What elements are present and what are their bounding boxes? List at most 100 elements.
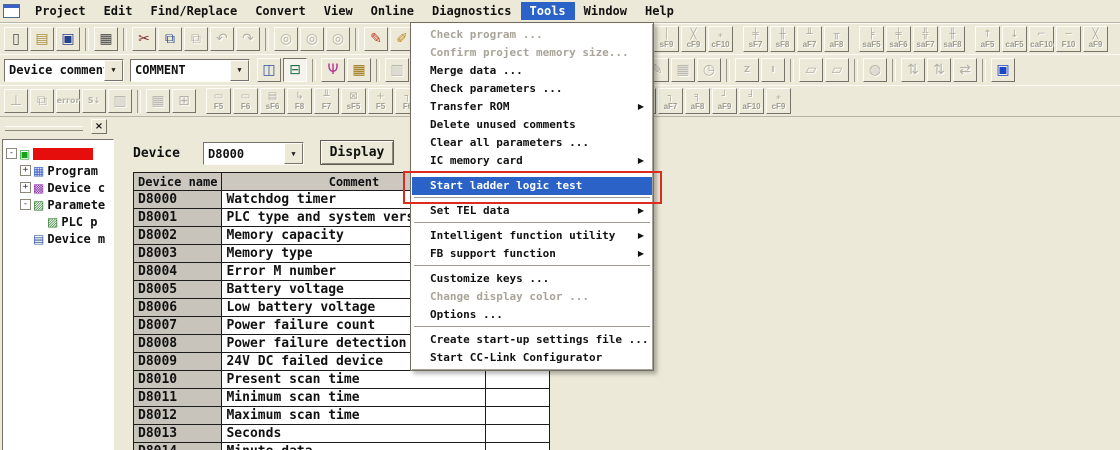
menu-online[interactable]: Online: [362, 2, 423, 20]
ladder-cf9-button[interactable]: ⁎cF9: [766, 88, 791, 114]
ladder-f5-button[interactable]: +F5: [368, 88, 393, 114]
ladder-caf10-button[interactable]: ⌐caF10: [1029, 26, 1054, 52]
open-project-button[interactable]: ▤: [30, 27, 54, 51]
menu-item-delete-unused-comments[interactable]: Delete unused comments: [412, 116, 652, 134]
ladder-f10-button[interactable]: ─F10: [1056, 26, 1081, 52]
empty-cell[interactable]: [486, 389, 550, 407]
ladder-sf8-button[interactable]: ╫sF8: [770, 26, 795, 52]
tree-item-device-comment[interactable]: +▩Device c: [3, 179, 113, 196]
chevron-down-icon[interactable]: ▼: [284, 143, 303, 164]
sampling-trace-button[interactable]: Z: [735, 58, 759, 82]
ladder-f8-button[interactable]: ↳F8: [287, 88, 312, 114]
ladder-af9-button[interactable]: ┘aF9: [712, 88, 737, 114]
ladder-sf6-button[interactable]: ▤sF6: [260, 88, 285, 114]
device-name-cell[interactable]: D8000: [134, 191, 222, 209]
data-name-combobox[interactable]: COMMENT ▼: [130, 59, 250, 82]
comment-edit-button[interactable]: ✎: [364, 27, 388, 51]
expand-window-button[interactable]: ⊞: [172, 89, 196, 113]
comment-display-button[interactable]: ▥: [385, 58, 409, 82]
device-timer-button[interactable]: ◷: [697, 58, 721, 82]
system-menu-icon[interactable]: [3, 4, 20, 18]
cross-reference-button[interactable]: Ψ: [321, 58, 345, 82]
device-name-cell[interactable]: D8010: [134, 371, 222, 389]
menu-item-fb-support-function[interactable]: FB support function▶: [412, 245, 652, 263]
empty-cell[interactable]: [486, 443, 550, 450]
device-use-list-button[interactable]: ▦: [347, 58, 371, 82]
menu-item-change-display-color[interactable]: Change display color ...: [412, 288, 652, 306]
device-name-cell[interactable]: D8014: [134, 443, 222, 450]
collapse-minus-icon[interactable]: -: [6, 148, 17, 159]
chevron-down-icon[interactable]: ▼: [230, 60, 249, 81]
find-device-button[interactable]: ◎: [274, 27, 298, 51]
ladder-sf9-button[interactable]: │sF9: [654, 26, 679, 52]
tile-window-left-button[interactable]: ▱: [799, 58, 823, 82]
device-name-cell[interactable]: D8005: [134, 281, 222, 299]
find-instruction-button[interactable]: ◎: [300, 27, 324, 51]
network-view-button[interactable]: ◍: [863, 58, 887, 82]
ladder-cf10-button[interactable]: ⁎cF10: [708, 26, 733, 52]
device-name-cell[interactable]: D8012: [134, 407, 222, 425]
ladder-caf5-button[interactable]: ↓caF5: [1002, 26, 1027, 52]
device-name-cell[interactable]: D8011: [134, 389, 222, 407]
ladder-af8-button[interactable]: ╕aF8: [685, 88, 710, 114]
menu-item-options[interactable]: Options ...: [412, 306, 652, 324]
ladder-saf6-button[interactable]: ╪saF6: [886, 26, 911, 52]
undo-button[interactable]: ↶: [210, 27, 234, 51]
empty-cell[interactable]: [486, 425, 550, 443]
device-name-cell[interactable]: D8013: [134, 425, 222, 443]
menu-tools[interactable]: Tools: [521, 2, 575, 20]
close-panel-button[interactable]: ×: [91, 119, 107, 134]
device-name-cell[interactable]: D8006: [134, 299, 222, 317]
ladder-saf5-button[interactable]: ╞saF5: [859, 26, 884, 52]
step-sort-button[interactable]: S↓: [82, 89, 106, 113]
ladder-f7-button[interactable]: ╨F7: [314, 88, 339, 114]
device-name-cell[interactable]: D8009: [134, 353, 222, 371]
ladder-af5-button[interactable]: ↑aF5: [975, 26, 1000, 52]
expand-plus-icon[interactable]: +: [20, 182, 31, 193]
data-type-combobox[interactable]: Device comment ▼: [4, 59, 124, 82]
status-latch-button[interactable]: I: [761, 58, 785, 82]
menu-item-transfer-rom[interactable]: Transfer ROM▶: [412, 98, 652, 116]
device-name-cell[interactable]: D8007: [134, 317, 222, 335]
cut-button[interactable]: ✂: [132, 27, 156, 51]
copy-button[interactable]: ⧉: [158, 27, 182, 51]
menu-item-create-start-up-settings-file[interactable]: Create start-up settings file ...: [412, 331, 652, 349]
display-button[interactable]: Display: [320, 140, 394, 165]
menu-item-intelligent-function-utility[interactable]: Intelligent function utility▶: [412, 227, 652, 245]
tree-item-parameter[interactable]: -▨Paramete: [3, 196, 113, 213]
menu-find-replace[interactable]: Find/Replace: [141, 2, 246, 20]
ladder-af8-button[interactable]: ╥aF8: [824, 26, 849, 52]
project-data-list-button[interactable]: ⊟: [283, 58, 307, 82]
save-project-button[interactable]: ▣: [56, 27, 80, 51]
comment-cell[interactable]: Seconds: [222, 425, 486, 443]
paste-button[interactable]: ⧉: [184, 27, 208, 51]
sort-order-button[interactable]: ⇄: [953, 58, 977, 82]
menu-item-set-tel-data[interactable]: Set TEL data▶: [412, 202, 652, 220]
collapse-minus-icon[interactable]: -: [20, 199, 31, 210]
device-name-cell[interactable]: D8008: [134, 335, 222, 353]
ladder-cf9-button[interactable]: ╳cF9: [681, 26, 706, 52]
comment-cell[interactable]: Minimum scan time: [222, 389, 486, 407]
expand-plus-icon[interactable]: +: [20, 165, 31, 176]
copy-window-button[interactable]: ⧉: [30, 89, 54, 113]
device-combobox[interactable]: D8000 ▼: [203, 142, 304, 165]
tree-item-plc-parameter[interactable]: ▨PLC p: [3, 213, 113, 230]
sort-descending-button[interactable]: ⇅: [927, 58, 951, 82]
menu-item-start-cc-link-configurator[interactable]: Start CC-Link Configurator: [412, 349, 652, 367]
menu-convert[interactable]: Convert: [246, 2, 315, 20]
menu-item-merge-data[interactable]: Merge data ...: [412, 62, 652, 80]
print-button[interactable]: ▦: [94, 27, 118, 51]
device-name-cell[interactable]: D8004: [134, 263, 222, 281]
new-project-button[interactable]: ▯: [4, 27, 28, 51]
empty-cell[interactable]: [486, 371, 550, 389]
ladder-af7-button[interactable]: ╨aF7: [797, 26, 822, 52]
error-jump-button[interactable]: error: [56, 89, 80, 113]
device-memory-grid-button[interactable]: ▦: [671, 58, 695, 82]
empty-cell[interactable]: [486, 407, 550, 425]
tile-window-right-button[interactable]: ▱: [825, 58, 849, 82]
menu-item-clear-all-parameters[interactable]: Clear all parameters ...: [412, 134, 652, 152]
ladder-f5-button[interactable]: ▭F5: [206, 88, 231, 114]
comment-cell[interactable]: Present scan time: [222, 371, 486, 389]
redo-button[interactable]: ↷: [236, 27, 260, 51]
tree-item-device-memory[interactable]: ▤Device m: [3, 230, 113, 247]
